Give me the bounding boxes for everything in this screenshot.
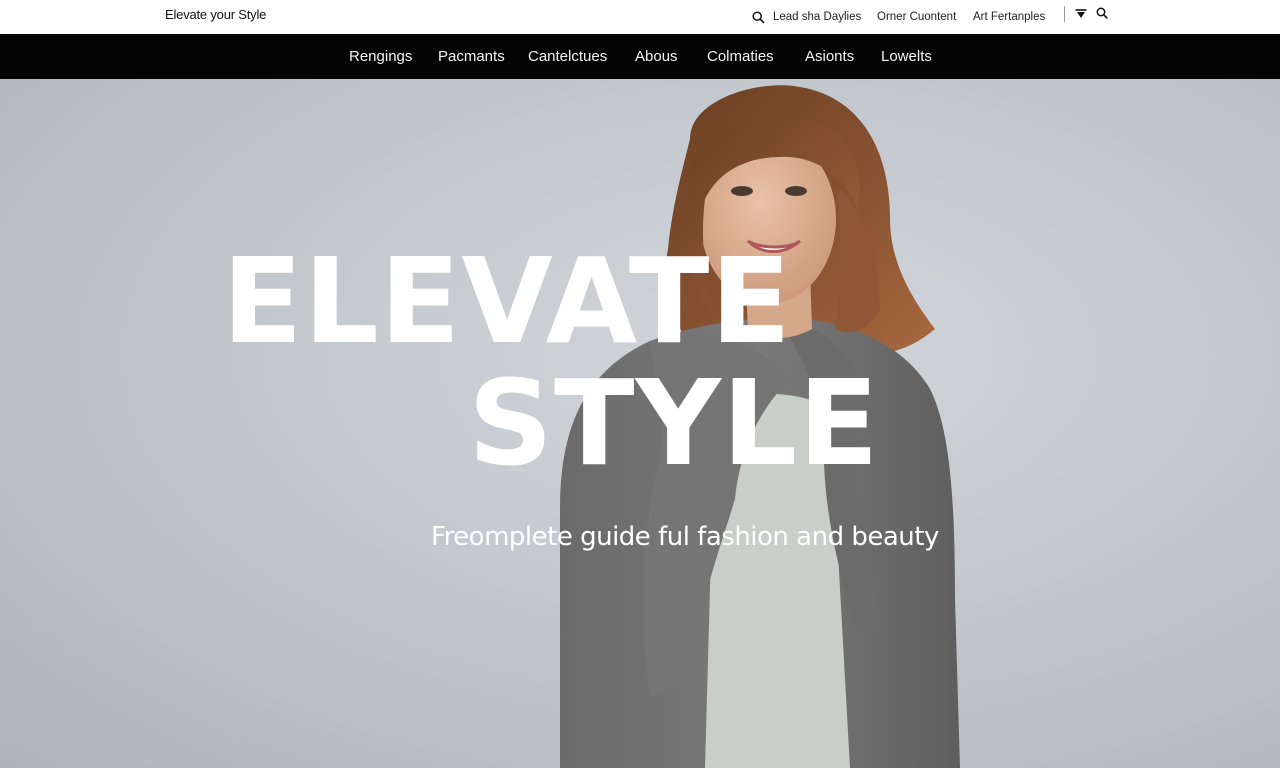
search-icon (752, 10, 765, 24)
site-logo[interactable]: Elevate your Style (165, 7, 266, 22)
nav-item-rengings[interactable]: Rengings (349, 34, 412, 79)
utility-link-corner[interactable]: Orner Cuontent (877, 0, 956, 34)
top-utility-bar: Elevate your Style Lead sha Daylies Orne… (0, 0, 1280, 34)
main-navigation: Rengings Pacmants Cantelctues Abous Colm… (0, 34, 1280, 79)
hero-headline-line-1: ELEVATE (222, 232, 792, 370)
hero-banner: ELEVATE STYLE Freomplete guide ful fashi… (0, 79, 1280, 768)
nav-item-lowelts[interactable]: Lowelts (881, 34, 932, 79)
nav-item-cantelctues[interactable]: Cantelctues (528, 34, 607, 79)
utility-link-label: Lead sha Daylies (773, 11, 862, 23)
nav-item-abous[interactable]: Abous (635, 34, 678, 79)
hero-headline-line-2: STYLE (468, 354, 880, 492)
filter-icon[interactable] (1075, 8, 1087, 20)
utility-link-lead[interactable]: Lead sha Daylies (752, 0, 861, 34)
nav-item-pacmants[interactable]: Pacmants (438, 34, 505, 79)
utility-divider (1064, 6, 1065, 22)
nav-item-asionts[interactable]: Asionts (805, 34, 854, 79)
nav-item-colmaties[interactable]: Colmaties (707, 34, 774, 79)
hero-subheadline: Freomplete guide ful fashion and beauty (431, 522, 939, 552)
search-icon[interactable] (1096, 7, 1108, 19)
utility-link-art[interactable]: Art Fertanples (973, 0, 1045, 34)
